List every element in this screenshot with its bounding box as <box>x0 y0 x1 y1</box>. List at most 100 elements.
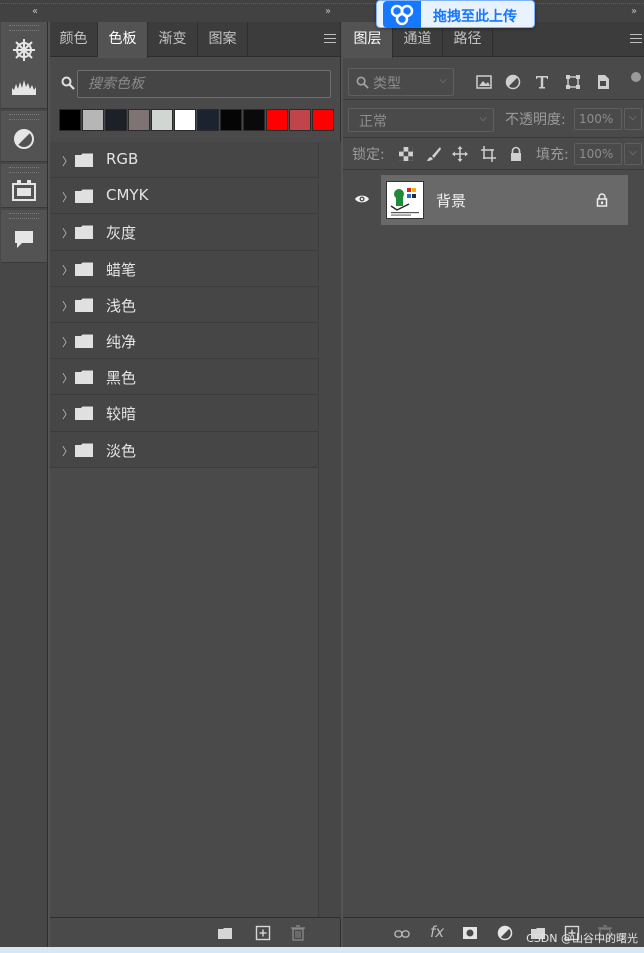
folder-icon <box>75 298 93 312</box>
color-swatch[interactable] <box>197 109 219 131</box>
filter-type-layers-icon[interactable] <box>534 74 550 90</box>
swatch-group-row[interactable]: 〉 灰度 <box>50 214 318 251</box>
swatch-group-label: CMYK <box>106 186 149 205</box>
trash-icon[interactable] <box>290 925 306 941</box>
lock-all-icon[interactable] <box>508 146 524 162</box>
color-swatch[interactable] <box>105 109 127 131</box>
tab-color[interactable]: 颜色 <box>50 22 98 57</box>
swatches-panel-tabs: 颜色 色板 渐变 图案 <box>50 22 340 58</box>
chevron-right-icon[interactable]: 〉 <box>62 298 73 314</box>
swatch-group-label: 蜡笔 <box>106 260 137 279</box>
swatch-group-label: 黑色 <box>106 369 137 388</box>
layer-visibility-cell[interactable] <box>343 175 381 225</box>
swatch-group-row[interactable]: 〉 CMYK <box>50 178 318 215</box>
filter-adjustment-layers-icon[interactable] <box>505 74 521 90</box>
folder-icon <box>75 153 93 167</box>
chevron-right-icon[interactable]: 〉 <box>62 406 73 422</box>
upload-drop-badge[interactable]: 拖拽至此上传 <box>376 0 535 28</box>
folder-icon <box>75 370 93 385</box>
chevron-right-icon[interactable]: 〉 <box>62 225 73 241</box>
swatch-group-label: RGB <box>106 150 139 168</box>
tab-swatches[interactable]: 色板 <box>98 22 148 58</box>
link-layers-icon[interactable] <box>394 926 410 942</box>
add-mask-icon[interactable] <box>462 925 478 941</box>
swatches-footer <box>50 917 340 947</box>
adjustments-icon[interactable] <box>10 125 38 153</box>
swatch-group-row[interactable]: 〉 黑色 <box>50 359 318 396</box>
chevron-right-icon[interactable]: 〉 <box>62 262 73 278</box>
toolbar-group-2 <box>1 111 47 162</box>
color-swatch[interactable] <box>59 109 81 131</box>
lock-artboard-icon[interactable] <box>480 146 496 162</box>
toolbar-grip[interactable] <box>9 167 39 173</box>
layer-filter-kind-select[interactable]: 类型 ⌵ <box>348 68 454 96</box>
fill-dropdown-button[interactable]: ⌵ <box>624 143 642 165</box>
blend-mode-select[interactable]: 正常 ⌵ <box>348 108 494 132</box>
toolbar-grip[interactable] <box>9 114 39 120</box>
filter-toggle-switch[interactable] <box>631 72 641 82</box>
color-swatch[interactable] <box>82 109 104 131</box>
swatch-search-input[interactable]: 搜索色板 <box>77 70 331 98</box>
search-icon <box>356 76 369 89</box>
eye-icon[interactable] <box>354 193 370 205</box>
navigator-icon[interactable] <box>10 36 38 64</box>
chevron-right-icon[interactable]: 〉 <box>62 370 73 386</box>
libraries-icon[interactable] <box>10 176 38 204</box>
collapse-right-button[interactable]: ›› <box>631 7 637 17</box>
chevron-down-icon: ⌵ <box>439 75 447 86</box>
histogram-icon[interactable] <box>10 72 38 100</box>
lock-image-pixels-icon[interactable] <box>426 146 442 162</box>
chevron-right-icon[interactable]: 〉 <box>62 334 73 350</box>
color-swatch[interactable] <box>289 109 311 131</box>
chevron-down-icon: ⌵ <box>629 112 637 123</box>
color-swatch[interactable] <box>220 109 242 131</box>
color-swatch[interactable] <box>243 109 265 131</box>
swatches-panel-menu-icon[interactable] <box>324 34 336 44</box>
new-adjustment-layer-icon[interactable] <box>497 925 513 941</box>
new-swatch-icon[interactable] <box>255 925 271 941</box>
lock-transparent-pixels-icon[interactable] <box>398 146 414 162</box>
opacity-dropdown-button[interactable]: ⌵ <box>624 108 642 130</box>
filter-pixel-layers-icon[interactable] <box>476 74 492 90</box>
lock-fill-row: 锁定: 填充: 100% ⌵ <box>343 138 644 170</box>
tab-gradients[interactable]: 渐变 <box>148 22 198 57</box>
color-swatch[interactable] <box>312 109 334 131</box>
chevron-right-icon[interactable]: 〉 <box>62 443 73 459</box>
fill-input[interactable]: 100% <box>574 143 622 165</box>
dock-grip <box>0 3 644 7</box>
collapse-middle-button[interactable]: ›› <box>325 7 331 17</box>
swatch-group-row[interactable]: 〉 蜡笔 <box>50 251 318 287</box>
blend-mode-value: 正常 <box>359 114 387 130</box>
lock-position-icon[interactable] <box>452 146 468 162</box>
folder-icon[interactable] <box>217 925 233 941</box>
color-swatch[interactable] <box>174 109 196 131</box>
swatches-scrollbar[interactable] <box>318 142 341 918</box>
layer-row-background[interactable]: 背景 <box>381 175 628 225</box>
fx-icon[interactable]: fx <box>430 923 444 941</box>
toolbar-grip[interactable] <box>9 25 39 31</box>
comments-icon[interactable] <box>10 225 38 253</box>
layer-filter-row: 类型 ⌵ <box>343 58 644 100</box>
swatch-group-row[interactable]: 〉 淡色 <box>50 432 318 468</box>
filter-smart-object-icon[interactable] <box>595 74 611 90</box>
filter-shape-layers-icon[interactable] <box>565 74 581 90</box>
toolbar-grip[interactable] <box>9 213 39 219</box>
swatch-group-label: 纯净 <box>106 332 137 351</box>
swatch-group-list: 〉 RGB 〉 CMYK 〉灰度〉蜡笔〉浅色〉纯净〉黑色〉较暗〉淡色 <box>50 142 318 468</box>
swatch-group-row[interactable]: 〉 纯净 <box>50 323 318 360</box>
layer-name[interactable]: 背景 <box>436 190 466 211</box>
color-swatch[interactable] <box>151 109 173 131</box>
chevron-down-icon: ⌵ <box>629 147 637 158</box>
tab-patterns[interactable]: 图案 <box>198 22 248 57</box>
layers-panel-menu-icon[interactable] <box>630 34 642 44</box>
color-swatch[interactable] <box>128 109 150 131</box>
swatch-group-row[interactable]: 〉 RGB <box>50 142 318 179</box>
swatch-group-row[interactable]: 〉 浅色 <box>50 287 318 323</box>
collapse-left-button[interactable]: ‹‹ <box>32 7 38 17</box>
color-swatch[interactable] <box>266 109 288 131</box>
chevron-right-icon[interactable]: 〉 <box>62 153 73 169</box>
chevron-right-icon[interactable]: 〉 <box>62 189 73 205</box>
swatch-group-row[interactable]: 〉 较暗 <box>50 395 318 432</box>
panel-dock-header: ‹‹ ›› ›› <box>0 0 644 22</box>
opacity-input[interactable]: 100% <box>574 108 622 130</box>
